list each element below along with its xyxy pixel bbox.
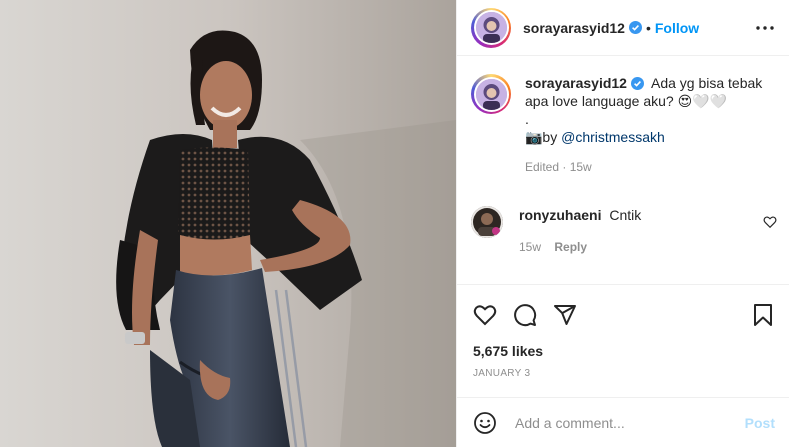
comment-icon[interactable] [513, 303, 537, 327]
caption-username[interactable]: sorayarasyid12 [525, 75, 627, 91]
verified-badge-icon [630, 76, 644, 90]
comment-text: Cntik [609, 207, 642, 223]
post-image [0, 0, 456, 447]
share-icon[interactable] [553, 303, 577, 327]
emoji-icon[interactable] [473, 411, 497, 435]
caption-meta: Edited · 15w [525, 160, 592, 174]
follow-button[interactable]: Follow [655, 20, 699, 36]
avatar-image [475, 12, 507, 43]
instagram-post: sorayarasyid12 • Follow sorayarasyid12 A… [0, 0, 789, 447]
caption: sorayarasyid12 Ada yg bisa tebak apa lov… [471, 74, 771, 176]
like-count[interactable]: 5,675 likes [473, 343, 543, 359]
post-header: sorayarasyid12 • Follow [457, 0, 789, 56]
bookmark-icon[interactable] [751, 303, 775, 327]
mention-link[interactable]: @christmessakh [561, 129, 665, 145]
reply-button[interactable]: Reply [554, 240, 587, 254]
comment-item: ronyzuhaeni Cntik 15w Reply [471, 206, 781, 256]
separator-dot: • [645, 19, 651, 36]
heart-icon[interactable] [473, 303, 497, 327]
post-date: JANUARY 3 [473, 368, 531, 379]
action-bar [457, 284, 789, 343]
comment-avatar[interactable] [471, 206, 503, 238]
comment-input[interactable] [513, 413, 737, 432]
caption-avatar[interactable] [471, 74, 511, 114]
caption-credit: 📷by [525, 129, 562, 145]
post-photo[interactable] [0, 0, 456, 447]
post-sidebar: sorayarasyid12 • Follow sorayarasyid12 A… [456, 0, 789, 447]
avatar[interactable] [471, 7, 511, 48]
caption-line-3: 📷by @christmessakh [525, 128, 765, 146]
verified-badge-icon [628, 21, 642, 34]
caption-text: sorayarasyid12 Ada yg bisa tebak apa lov… [525, 74, 765, 176]
post-author-username[interactable]: sorayarasyid12 [523, 20, 625, 36]
caption-line-2: . [525, 111, 529, 127]
add-comment-bar: Post [457, 397, 789, 447]
comment-username[interactable]: ronyzuhaeni [519, 207, 601, 223]
comment-age: 15w [519, 240, 542, 254]
post-comment-button[interactable]: Post [745, 415, 775, 431]
more-options-icon[interactable] [755, 18, 775, 38]
comment-like-heart-icon[interactable] [763, 215, 777, 229]
